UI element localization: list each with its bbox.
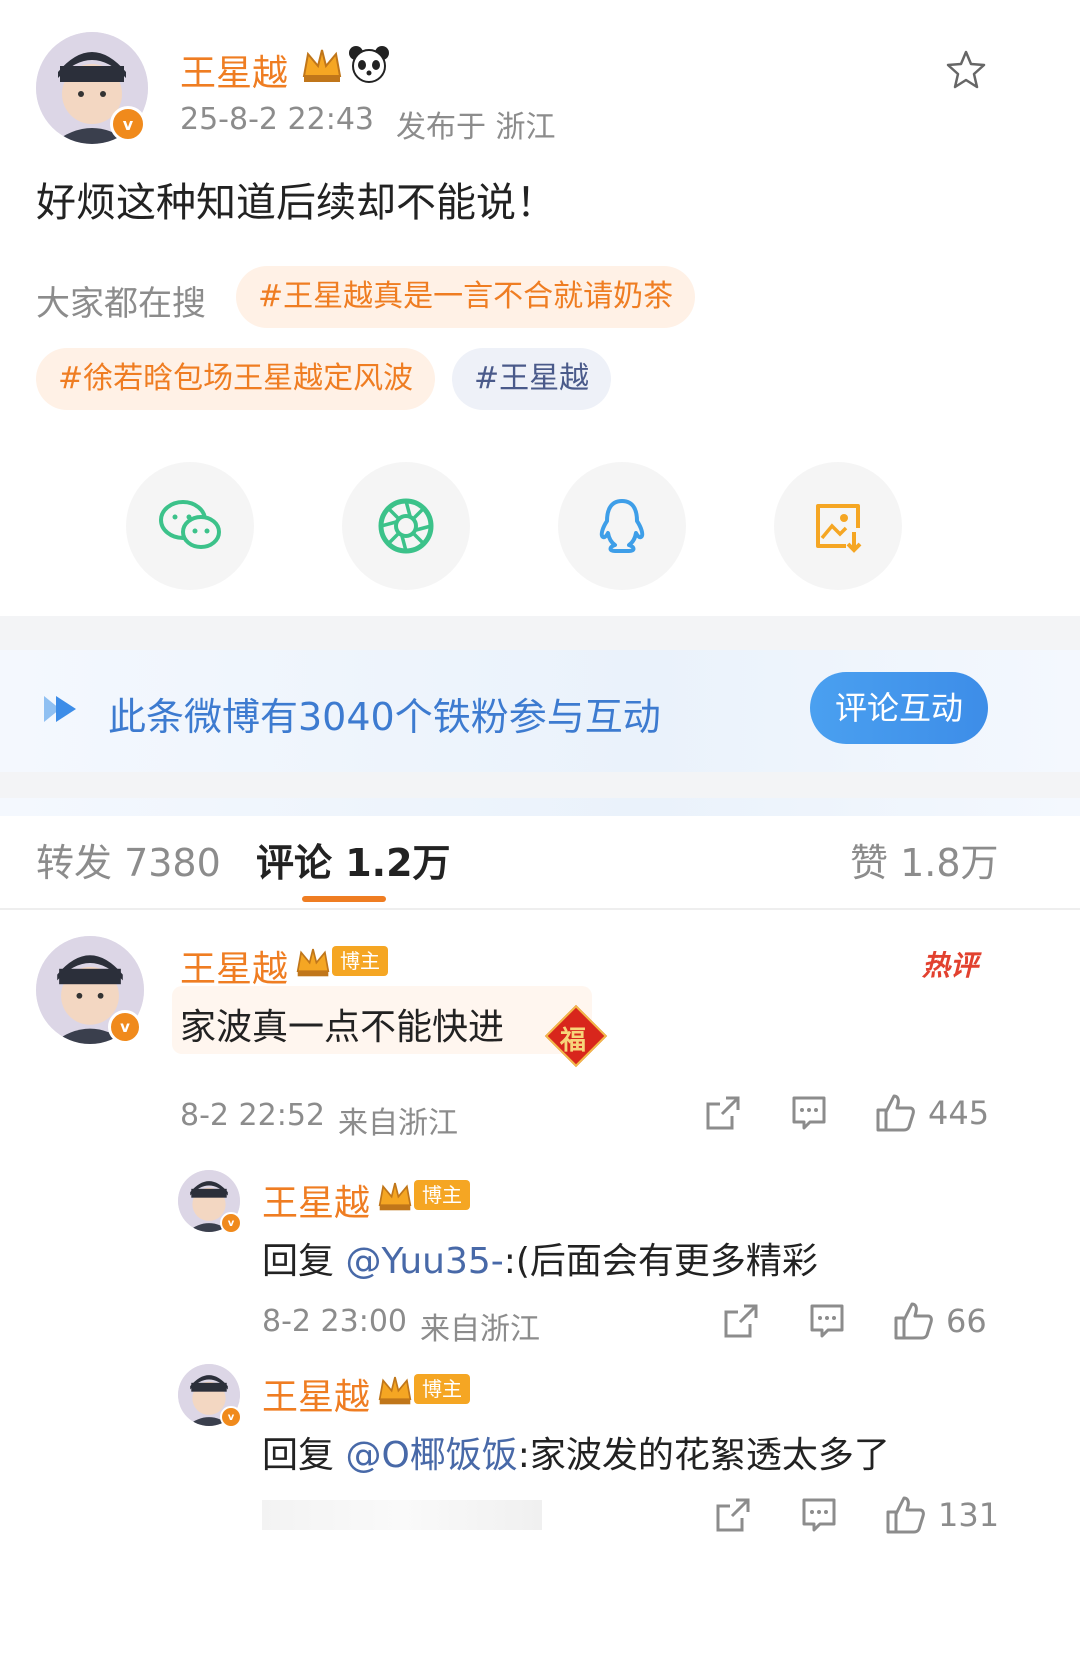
- share-wechat-button[interactable]: [126, 462, 254, 590]
- verified-badge-icon: v: [220, 1212, 242, 1234]
- hot-comment-label: 热评: [922, 949, 979, 982]
- like-count: 66: [946, 1302, 987, 1340]
- favorite-star-icon[interactable]: [944, 48, 988, 96]
- share-moments-button[interactable]: [342, 462, 470, 590]
- fu-sticker: 福: [544, 1004, 608, 1068]
- crown-badge-icon: [300, 44, 344, 88]
- reply-like-button[interactable]: 131: [884, 1494, 999, 1536]
- share-qq-button[interactable]: [558, 462, 686, 590]
- moments-icon: [378, 498, 434, 554]
- section-divider: [0, 616, 1080, 650]
- panda-icon: [348, 44, 390, 88]
- fu-sticker-text: 福: [560, 1026, 587, 1056]
- reply-mention[interactable]: @O椰饭饭: [345, 1435, 517, 1476]
- thumbs-up-icon: [894, 1302, 933, 1340]
- reply-prefix: 回复: [262, 1435, 346, 1476]
- reply-comment-button[interactable]: [800, 1496, 838, 1534]
- crown-badge-icon: [378, 1376, 412, 1405]
- share-icon: [706, 1096, 740, 1130]
- host-label: 博主: [414, 1180, 470, 1210]
- reply-text: 回复 @O椰饭饭:家波发的花絮透太多了: [262, 1426, 890, 1478]
- comment-text: 家波真一点不能快进: [180, 1007, 505, 1048]
- host-badge: 博主: [376, 1372, 470, 1406]
- tab-comment[interactable]: 评论 1.2万: [256, 832, 451, 887]
- like-count: 445: [928, 1094, 990, 1132]
- comment-like-button[interactable]: 445: [874, 1092, 989, 1134]
- save-image-icon: [816, 504, 862, 553]
- reply-author[interactable]: 王星越: [262, 1174, 370, 1226]
- verified-badge-icon: v: [110, 106, 146, 142]
- thumbs-up-icon: [876, 1094, 915, 1132]
- reply-body: :(后面会有更多精彩: [503, 1241, 818, 1282]
- reply-like-button[interactable]: 66: [892, 1300, 987, 1342]
- comment-location: 来自浙江: [338, 1106, 458, 1141]
- reply-share-button[interactable]: [722, 1302, 760, 1340]
- reply-author[interactable]: 王星越: [262, 1368, 370, 1420]
- reply-mention[interactable]: @Yuu35-: [345, 1241, 503, 1282]
- verified-badge-icon: v: [108, 1010, 142, 1044]
- qq-icon: [599, 499, 645, 553]
- save-image-button[interactable]: [774, 462, 902, 590]
- hashtag-2[interactable]: #徐若晗包场王星越定风波: [36, 348, 436, 410]
- search-label: 大家都在搜: [36, 284, 206, 324]
- tabs-divider: [0, 908, 1080, 910]
- comment-interact-button[interactable]: 评论互动: [810, 672, 988, 744]
- section-divider-2: [0, 772, 1080, 798]
- host-label: 博主: [414, 1374, 470, 1404]
- comment-reply-button[interactable]: [790, 1094, 828, 1132]
- crown-badge-icon: [378, 1182, 412, 1211]
- crown-badge-icon: [296, 948, 330, 977]
- reply-prefix: 回复: [262, 1241, 346, 1282]
- comment-icon: [810, 1304, 844, 1338]
- wechat-icon: [159, 500, 221, 549]
- tab-repost[interactable]: 转发 7380: [36, 832, 221, 887]
- reply-share-button[interactable]: [714, 1496, 752, 1534]
- thumbs-up-icon: [886, 1496, 925, 1534]
- post-text: 好烦这种知道后续却不能说！: [36, 180, 556, 226]
- share-icon: [716, 1498, 750, 1532]
- reply-comment-button[interactable]: [808, 1302, 846, 1340]
- comment-icon: [802, 1498, 836, 1532]
- post-time: 25-8-2 22:43: [180, 102, 374, 137]
- share-icon: [724, 1304, 758, 1338]
- like-count: 131: [938, 1496, 1000, 1534]
- comment-icon: [792, 1096, 826, 1130]
- comment-time: 8-2 22:52: [180, 1098, 325, 1133]
- fan-arrow-icon: [44, 696, 76, 722]
- host-badge: 博主: [376, 1178, 470, 1212]
- hashtag-1[interactable]: #王星越真是一言不合就请奶茶: [236, 266, 696, 328]
- author-name[interactable]: 王星越: [180, 44, 288, 96]
- host-badge: 博主: [294, 944, 388, 978]
- reply-time: 8-2 23:00: [262, 1304, 407, 1339]
- comment-author[interactable]: 王星越: [180, 940, 288, 992]
- reply-text: 回复 @Yuu35-:(后面会有更多精彩: [262, 1232, 818, 1284]
- host-label: 博主: [332, 946, 388, 976]
- hashtag-3[interactable]: #王星越: [452, 348, 612, 410]
- fans-text: 此条微博有3040个铁粉参与互动: [108, 695, 661, 739]
- verified-badge-icon: v: [220, 1406, 242, 1428]
- post-location: 发布于 浙江: [396, 110, 556, 145]
- reply-location: 来自浙江: [420, 1312, 540, 1347]
- redacted-meta: [262, 1500, 542, 1530]
- comment-share-button[interactable]: [704, 1094, 742, 1132]
- tab-active-indicator: [302, 896, 386, 902]
- reply-body: :家波发的花絮透太多了: [517, 1435, 890, 1476]
- tab-like[interactable]: 赞 1.8万: [850, 832, 999, 887]
